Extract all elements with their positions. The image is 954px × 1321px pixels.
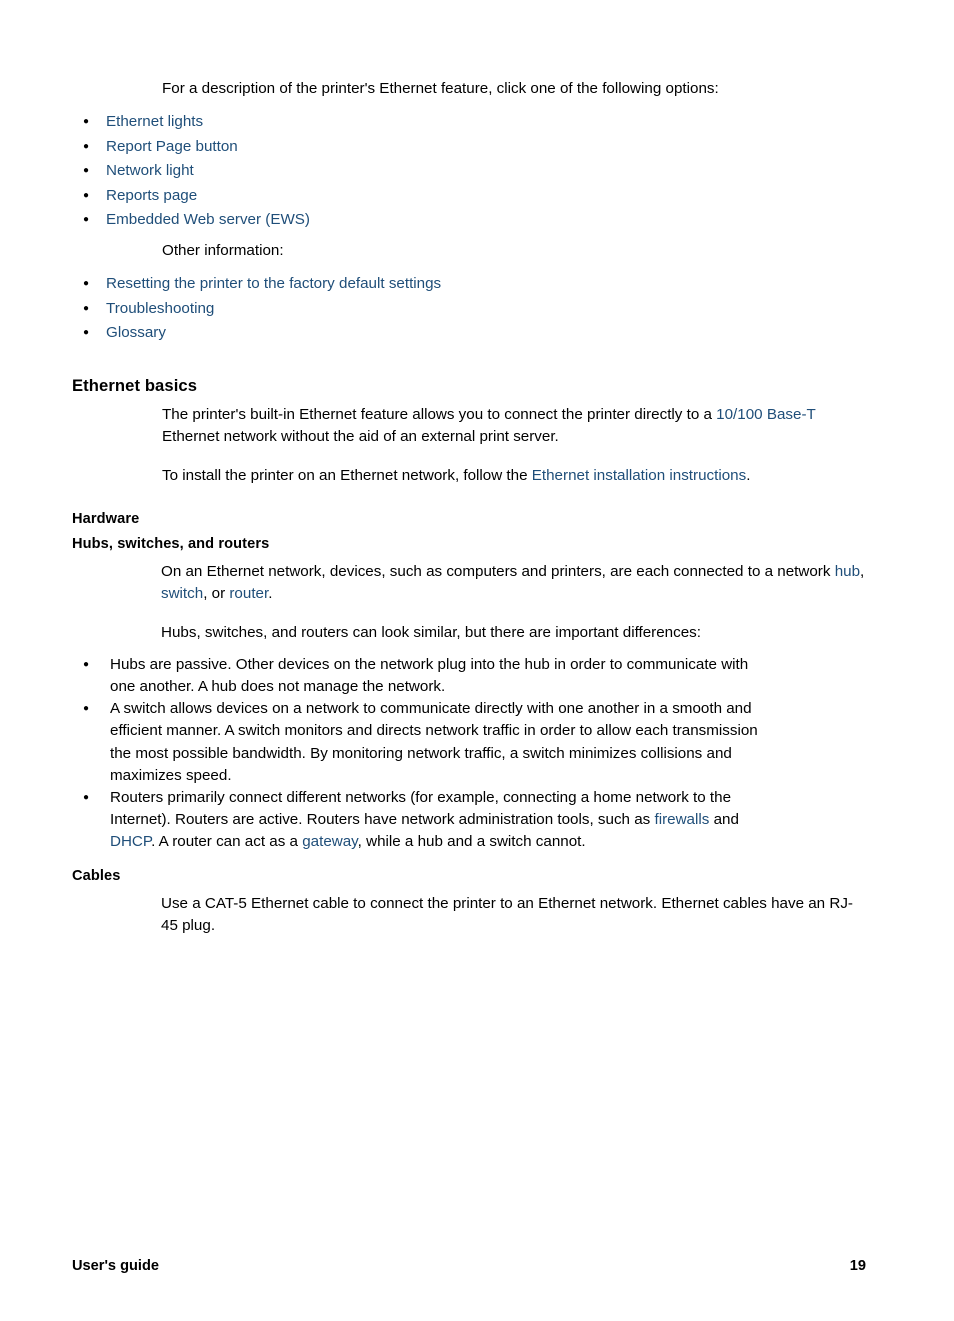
text-fragment: .	[268, 584, 273, 602]
subheading-hardware: Hardware	[72, 510, 140, 527]
link-network-light[interactable]: Network light	[106, 162, 194, 179]
document-page: For a description of the printer's Ether…	[0, 0, 954, 1321]
ethernet-basics-paragraph-2: To install the printer on an Ethernet ne…	[162, 465, 866, 487]
text-fragment: .	[746, 466, 751, 484]
text-fragment: On an Ethernet network, devices, such as…	[161, 562, 835, 580]
list-item: Network light	[72, 159, 866, 184]
list-item: Ethernet lights	[72, 110, 866, 135]
link-troubleshooting[interactable]: Troubleshooting	[106, 300, 214, 317]
text-fragment: , while a hub and a switch cannot.	[357, 833, 586, 851]
link-10-100-base-t[interactable]: 10/100 Base-T	[716, 406, 815, 423]
differences-list: Hubs are passive. Other devices on the n…	[72, 654, 777, 854]
text-fragment: The printer's built-in Ethernet feature …	[162, 405, 717, 423]
hubs-intro-paragraph: On an Ethernet network, devices, such as…	[161, 561, 866, 605]
footer-page-number: 19	[849, 1258, 866, 1274]
list-item: Resetting the printer to the factory def…	[72, 272, 866, 297]
list-item: Hubs are passive. Other devices on the n…	[72, 654, 777, 698]
list-item: Routers primarily connect different netw…	[72, 787, 777, 854]
link-ethernet-installation-instructions[interactable]: Ethernet installation instructions	[532, 467, 746, 484]
link-router[interactable]: router	[229, 585, 268, 602]
link-report-page-button[interactable]: Report Page button	[106, 138, 238, 155]
link-switch[interactable]: switch	[161, 585, 203, 602]
link-dhcp[interactable]: DHCP	[110, 833, 151, 850]
subheading-cables: Cables	[72, 867, 121, 884]
ethernet-basics-paragraph-1: The printer's built-in Ethernet feature …	[162, 404, 866, 448]
link-reports-page[interactable]: Reports page	[106, 187, 197, 204]
differences-intro-paragraph: Hubs, switches, and routers can look sim…	[161, 623, 701, 641]
intro-paragraph: For a description of the printer's Ether…	[162, 80, 719, 97]
page-footer: User's guide 19	[72, 1258, 866, 1274]
list-item: Troubleshooting	[72, 297, 866, 322]
link-ethernet-lights[interactable]: Ethernet lights	[106, 113, 203, 130]
text-fragment: , or	[203, 584, 230, 602]
text-fragment: ,	[860, 562, 865, 580]
other-information-label: Other information:	[162, 241, 284, 259]
list-item: Reports page	[72, 184, 866, 209]
list-item: Glossary	[72, 321, 866, 346]
text-fragment: To install the printer on an Ethernet ne…	[162, 466, 532, 484]
text-fragment: . A router can act as a	[151, 833, 303, 851]
link-glossary[interactable]: Glossary	[106, 324, 166, 341]
text-fragment: Ethernet network without the aid of an e…	[162, 427, 559, 445]
link-resetting-printer[interactable]: Resetting the printer to the factory def…	[106, 275, 441, 292]
list-item: A switch allows devices on a network to …	[72, 698, 777, 787]
subheading-hubs-switches-routers: Hubs, switches, and routers	[72, 535, 270, 552]
page-content: For a description of the printer's Ether…	[72, 78, 866, 947]
list-item: Report Page button	[72, 135, 866, 160]
text-fragment: and	[709, 811, 739, 829]
cables-paragraph: Use a CAT-5 Ethernet cable to connect th…	[161, 894, 853, 934]
link-embedded-web-server[interactable]: Embedded Web server (EWS)	[106, 211, 310, 228]
link-firewalls[interactable]: firewalls	[654, 811, 709, 828]
text-fragment: Routers primarily connect different netw…	[110, 788, 732, 829]
section-heading-ethernet-basics: Ethernet basics	[72, 375, 198, 395]
list-item: Embedded Web server (EWS)	[72, 208, 866, 233]
other-information-list: Resetting the printer to the factory def…	[72, 272, 866, 346]
footer-label: User's guide	[72, 1258, 160, 1274]
link-gateway[interactable]: gateway	[302, 833, 357, 850]
link-hub[interactable]: hub	[835, 563, 860, 580]
options-link-list: Ethernet lights Report Page button Netwo…	[72, 110, 866, 233]
